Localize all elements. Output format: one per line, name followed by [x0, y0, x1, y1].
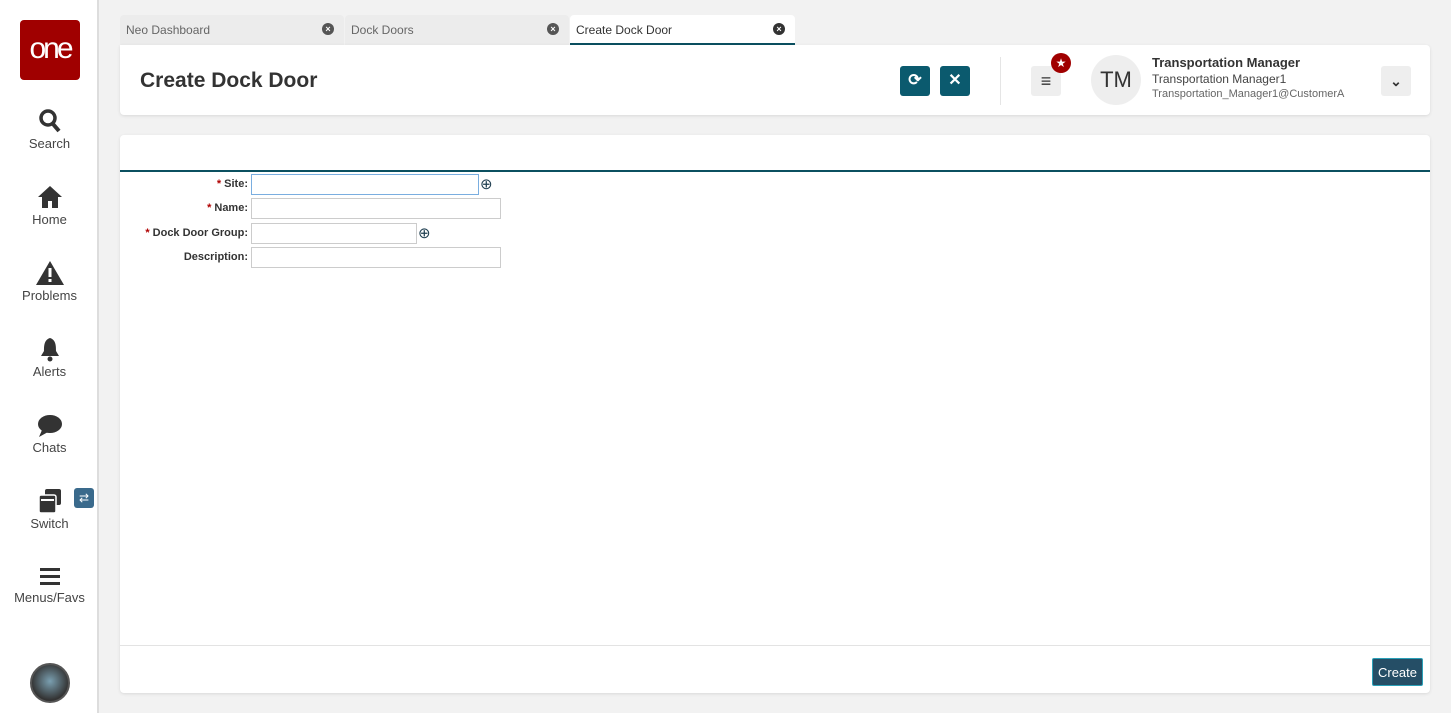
- app-logo[interactable]: one: [20, 20, 80, 80]
- lookup-zoom-icon[interactable]: ⊕: [480, 175, 493, 193]
- dock-door-group-label: * Dock Door Group:: [145, 227, 248, 239]
- lookup-zoom-icon[interactable]: ⊕: [418, 224, 431, 242]
- sidebar: one Search Home Problems Alerts Chats Sw…: [0, 0, 99, 713]
- hamburger-menu-icon: [39, 568, 60, 585]
- site-input[interactable]: [251, 174, 479, 195]
- user-email: Transportation_Manager1@CustomerA: [1152, 88, 1345, 100]
- close-tab-icon[interactable]: ×: [322, 23, 334, 35]
- sidebar-item-search[interactable]: Search: [0, 108, 99, 151]
- description-label: Description:: [183, 251, 248, 263]
- page-title: Create Dock Door: [140, 69, 318, 92]
- chevron-down-icon: ⌄: [1390, 73, 1402, 89]
- footer-divider: [120, 645, 1430, 646]
- sidebar-item-label: Search: [28, 136, 71, 151]
- name-input[interactable]: [251, 198, 501, 219]
- create-button[interactable]: Create: [1372, 658, 1423, 686]
- label-text: Name:: [214, 202, 248, 214]
- divider: [1000, 57, 1001, 105]
- required-mark: *: [216, 178, 222, 190]
- site-label: * Site:: [217, 178, 248, 190]
- sidebar-item-label: Problems: [22, 288, 77, 303]
- form-card: * Site: ⊕ * Name: * Dock Door Group: ⊕ Desc…: [120, 135, 1430, 693]
- user-role: Transportation Manager1: [1152, 72, 1287, 86]
- sidebar-item-home[interactable]: Home: [0, 184, 99, 227]
- tab-create-dock-door[interactable]: Create Dock Door ×: [570, 15, 795, 45]
- label-text: Site:: [224, 178, 248, 190]
- tab-label: Neo Dashboard: [126, 23, 211, 37]
- close-tab-icon[interactable]: ×: [773, 23, 785, 35]
- sidebar-item-label: Home: [32, 212, 67, 227]
- dock-door-group-input[interactable]: [251, 223, 417, 244]
- close-tab-icon[interactable]: ×: [547, 23, 559, 35]
- home-icon: [37, 186, 62, 208]
- divider: [120, 170, 1430, 172]
- name-label: * Name:: [207, 202, 248, 214]
- page-header: Create Dock Door ⟳ ✕ ≡ ★ TM Transportati…: [120, 45, 1430, 115]
- favorite-star-icon[interactable]: ★: [1051, 53, 1071, 73]
- user-name: Transportation Manager: [1152, 55, 1301, 70]
- bell-icon: [40, 338, 59, 362]
- description-input[interactable]: [251, 247, 501, 268]
- close-icon: ✕: [948, 72, 962, 89]
- sidebar-item-label: Alerts: [32, 364, 67, 379]
- required-mark: *: [207, 202, 212, 214]
- tab-dock-doors[interactable]: Dock Doors ×: [345, 15, 569, 45]
- refresh-button[interactable]: ⟳: [900, 66, 930, 96]
- tab-label: Create Dock Door: [576, 23, 673, 37]
- hamburger-icon: ≡: [1040, 71, 1052, 91]
- sidebar-item-alerts[interactable]: Alerts: [0, 336, 99, 379]
- close-button[interactable]: ✕: [940, 66, 970, 96]
- sidebar-item-menus-favs[interactable]: Menus/Favs: [0, 566, 99, 605]
- tab-neo-dashboard[interactable]: Neo Dashboard ×: [120, 15, 344, 45]
- switch-windows-icon: [37, 489, 61, 514]
- required-mark: *: [145, 227, 150, 239]
- switch-arrows-icon[interactable]: ⇄: [74, 488, 94, 508]
- sidebar-item-problems[interactable]: Problems: [0, 260, 99, 303]
- label-text: Dock Door Group:: [152, 227, 248, 239]
- chat-icon: [37, 415, 62, 437]
- search-icon: [38, 109, 61, 133]
- tab-label: Dock Doors: [351, 23, 414, 37]
- sidebar-item-label: Menus/Favs: [14, 590, 85, 605]
- user-menu-dropdown[interactable]: ⌄: [1381, 66, 1411, 96]
- warning-icon: [35, 261, 64, 285]
- assistant-avatar[interactable]: [30, 663, 70, 703]
- refresh-icon: ⟳: [908, 72, 922, 89]
- avatar[interactable]: TM: [1091, 55, 1141, 105]
- sidebar-item-chats[interactable]: Chats: [0, 412, 99, 455]
- sidebar-item-label: Switch: [30, 516, 69, 531]
- sidebar-item-label: Chats: [32, 440, 67, 455]
